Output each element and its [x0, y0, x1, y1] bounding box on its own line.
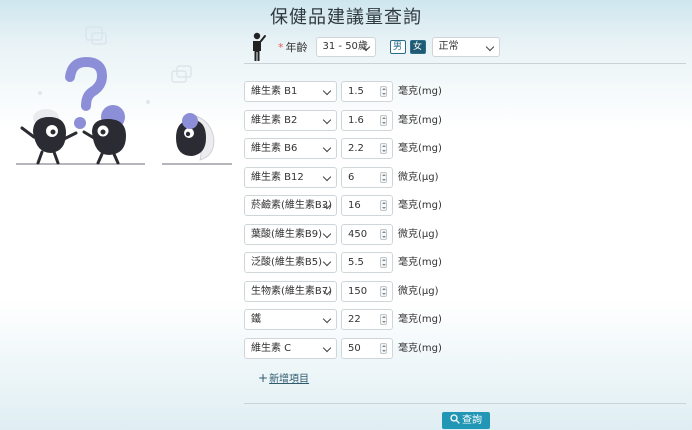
amount-value: 50: [348, 342, 361, 354]
add-item-label: 新增項目: [269, 374, 310, 385]
supplement-name: 葉酸(維生素B9): [251, 228, 323, 240]
unit-label: 毫克(mg): [398, 342, 442, 354]
spinner-icon[interactable]: [380, 342, 387, 354]
amount-value: 6: [348, 171, 355, 183]
status-select-value: 正常: [438, 41, 459, 52]
unit-label: 毫克(mg): [398, 114, 442, 126]
chevron-down-icon: [485, 42, 494, 52]
list-item: 維生素 B1 1.5 毫克(mg): [244, 81, 544, 102]
amount-value: 450: [348, 228, 368, 240]
supplement-select[interactable]: 維生素 B6: [244, 138, 337, 159]
chevron-down-icon: [322, 143, 332, 153]
unit-label: 毫克(mg): [398, 143, 442, 154]
age-label: * 年齡: [278, 41, 308, 54]
unit-label: 毫克(mg): [398, 314, 442, 325]
add-item-link[interactable]: +新增項目: [258, 370, 309, 385]
query-button[interactable]: 查詢: [442, 412, 490, 429]
unit-label: 微克(µg): [398, 171, 439, 183]
supplement-name: 泛酸(維生素B5): [251, 257, 323, 268]
supplement-name: 鐵: [251, 314, 261, 325]
gender-female-button[interactable]: 女: [409, 40, 426, 54]
list-item: 菸鹼素(維生素B3) 16 毫克(mg): [244, 195, 544, 216]
spinner-icon[interactable]: [380, 143, 387, 154]
supplement-name: 菸鹼素(維生素B3): [251, 200, 333, 211]
plus-icon: +: [258, 371, 269, 385]
unit-label: 微克(µg): [398, 228, 439, 240]
supplement-name: 維生素 B6: [251, 143, 298, 154]
amount-input[interactable]: 5.5: [341, 252, 393, 273]
bottom-divider: [244, 403, 686, 404]
unit-label: 微克(µg): [398, 285, 439, 297]
supplement-name: 生物素(維生素B7): [251, 285, 333, 297]
supplement-name: 維生素 C: [251, 342, 292, 354]
chevron-down-icon: [322, 86, 332, 96]
list-item: 維生素 B2 1.6 毫克(mg): [244, 109, 544, 131]
amount-input[interactable]: 2.2: [341, 138, 393, 159]
chevron-down-icon: [322, 314, 332, 324]
amount-value: 1.6: [348, 114, 364, 126]
chevron-down-icon: [322, 229, 332, 238]
list-item: 泛酸(維生素B5) 5.5 毫克(mg): [244, 252, 544, 273]
list-item: 維生素 B6 2.2 毫克(mg): [244, 138, 544, 159]
query-button-label: 查詢: [462, 415, 482, 426]
spinner-icon[interactable]: [380, 114, 387, 126]
amount-input[interactable]: 6: [341, 166, 393, 188]
amount-value: 22: [348, 314, 361, 325]
list-item: 維生素 B12 6 微克(µg): [244, 166, 544, 188]
supplement-name: 維生素 B2: [251, 114, 298, 126]
list-item: 維生素 C 50 毫克(mg): [244, 337, 544, 359]
amount-value: 150: [348, 285, 368, 297]
amount-value: 5.5: [348, 257, 364, 268]
supplement-select[interactable]: 維生素 C: [244, 337, 337, 359]
amount-input[interactable]: 50: [341, 337, 393, 359]
list-item: 生物素(維生素B7) 150 微克(µg): [244, 280, 544, 302]
amount-value: 2.2: [348, 143, 364, 154]
amount-input[interactable]: 1.5: [341, 81, 393, 102]
unit-label: 毫克(mg): [398, 257, 442, 268]
amount-value: 16: [348, 200, 361, 211]
supplement-select[interactable]: 維生素 B12: [244, 166, 337, 188]
chevron-down-icon: [322, 172, 332, 181]
amount-input[interactable]: 150: [341, 280, 393, 302]
spinner-icon[interactable]: [380, 314, 387, 325]
spinner-icon[interactable]: [380, 285, 387, 297]
supplement-name: 維生素 B12: [251, 171, 304, 183]
spinner-icon[interactable]: [380, 200, 387, 211]
search-icon: [450, 414, 460, 424]
age-select[interactable]: 31 - 50歲: [315, 37, 376, 57]
chevron-down-icon: [322, 343, 332, 352]
supplement-select[interactable]: 維生素 B1: [244, 81, 337, 102]
spinner-icon[interactable]: [380, 257, 387, 268]
chevron-down-icon: [322, 257, 332, 267]
unit-label: 毫克(mg): [398, 86, 442, 97]
person-icon: [253, 32, 266, 61]
supplement-name: 維生素 B1: [251, 86, 298, 97]
chevron-down-icon: [322, 115, 332, 124]
supplement-select[interactable]: 維生素 B2: [244, 109, 337, 131]
status-select[interactable]: 正常: [431, 37, 500, 57]
unit-label: 毫克(mg): [398, 200, 442, 211]
amount-input[interactable]: 22: [341, 309, 393, 330]
supplement-select[interactable]: 葉酸(維生素B9): [244, 223, 337, 245]
amount-input[interactable]: 16: [341, 195, 393, 216]
supplement-select[interactable]: 菸鹼素(維生素B3): [244, 195, 337, 216]
top-divider: [244, 63, 686, 64]
supplement-select[interactable]: 生物素(維生素B7): [244, 280, 337, 302]
amount-input[interactable]: 1.6: [341, 109, 393, 131]
list-item: 鐵 22 毫克(mg): [244, 309, 544, 330]
list-item: 葉酸(維生素B9) 450 微克(µg): [244, 223, 544, 245]
amount-input[interactable]: 450: [341, 223, 393, 245]
supplement-select[interactable]: 鐵: [244, 309, 337, 330]
age-label-text: 年齡: [285, 41, 308, 54]
spinner-icon[interactable]: [380, 171, 387, 183]
spinner-icon[interactable]: [380, 228, 387, 240]
spinner-icon[interactable]: [380, 86, 387, 97]
illustration: [16, 26, 232, 165]
supplement-select[interactable]: 泛酸(維生素B5): [244, 252, 337, 273]
gender-male-button[interactable]: 男: [389, 40, 406, 54]
criteria-bar: * 年齡 31 - 50歲 男 女 正常: [248, 32, 500, 61]
amount-value: 1.5: [348, 86, 364, 97]
